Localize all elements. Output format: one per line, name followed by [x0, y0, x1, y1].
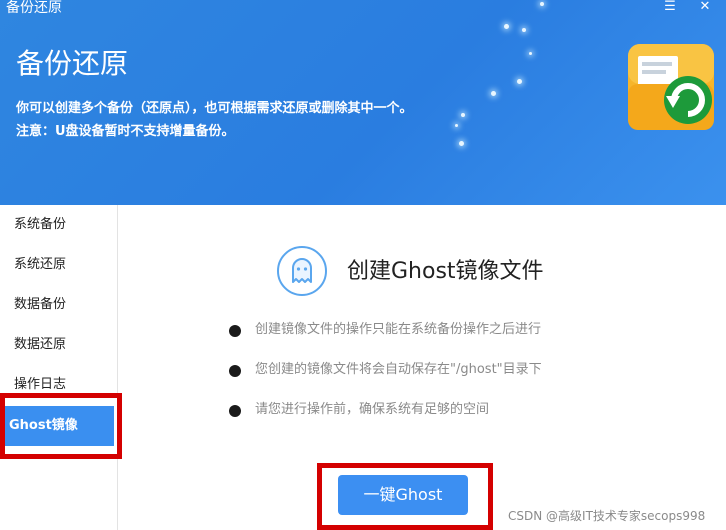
sidebar-item-data-backup[interactable]: 数据备份: [0, 285, 118, 325]
note-text: 创建镜像文件的操作只能在系统备份操作之后进行: [255, 322, 542, 337]
watermark: CSDN @高级IT技术专家secops998: [508, 509, 706, 523]
sparkle-dot: [455, 124, 458, 127]
highlight-frame: [317, 463, 493, 530]
header-title: 备份还原: [16, 47, 129, 80]
sparkle-dot: [461, 113, 465, 117]
highlight-frame: [0, 393, 122, 459]
ghost-icon: [277, 246, 327, 296]
hamburger-menu-icon[interactable]: ☰: [662, 0, 678, 14]
sparkle-dot: [491, 91, 496, 96]
sparkle-dot: [517, 79, 522, 84]
sparkle-dot: [529, 52, 532, 55]
header-banner: 备份还原 ☰ ✕ 备份还原 你可以创建多个备份（还原点），也可根据需求还原或删除…: [0, 0, 726, 205]
sidebar-item-system-backup[interactable]: 系统备份: [0, 205, 118, 245]
sidebar-item-data-restore[interactable]: 数据还原: [0, 325, 118, 365]
sparkle-dot: [459, 141, 464, 146]
bullet-icon: [229, 325, 241, 337]
note-text: 您创建的镜像文件将会自动保存在"/ghost"目录下: [255, 362, 542, 377]
bullet-icon: [229, 365, 241, 377]
window-title: 备份还原: [6, 0, 62, 16]
sidebar-item-system-restore[interactable]: 系统还原: [0, 245, 118, 285]
close-icon[interactable]: ✕: [697, 0, 713, 14]
sparkle-dot: [504, 24, 509, 29]
sparkle-dot: [522, 28, 526, 32]
bullet-icon: [229, 405, 241, 417]
page-title: 创建Ghost镜像文件: [347, 259, 544, 284]
header-description: 你可以创建多个备份（还原点），也可根据需求还原或删除其中一个。: [16, 101, 413, 116]
sparkle-dot: [540, 2, 544, 6]
header-notice: 注意：U盘设备暂时不支持增量备份。: [16, 124, 235, 139]
note-text: 请您进行操作前，确保系统有足够的空间: [255, 402, 490, 417]
backup-restore-folder-icon: [626, 42, 716, 132]
